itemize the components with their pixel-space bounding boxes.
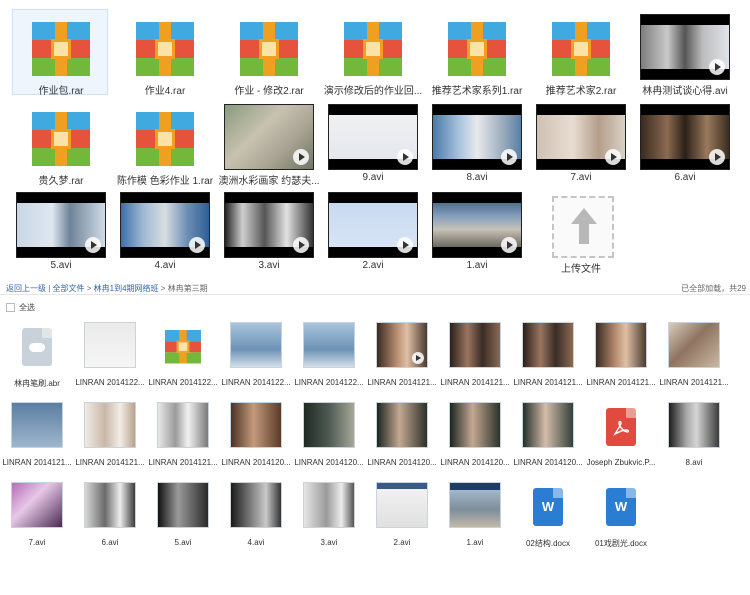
play-icon — [709, 149, 725, 165]
file-label: 作业包.rar — [38, 86, 84, 97]
play-icon — [397, 237, 413, 253]
video-thumbnail — [668, 402, 720, 448]
video-thumbnail — [157, 482, 209, 528]
video-thumbnail — [376, 322, 428, 368]
file-label: 01戏剧光.docx — [594, 539, 648, 548]
archive-icon — [344, 22, 402, 76]
file-label: 4.avi — [154, 260, 176, 271]
archive-icon — [32, 112, 90, 166]
file-label: 林冉测试谈心得.avi — [642, 86, 728, 97]
load-status: 已全部加载，共29 — [681, 284, 746, 293]
video-thumbnail — [432, 192, 522, 258]
file-label: 2.avi — [362, 260, 384, 271]
file-label: 陈作模 色彩作业 1.rar — [116, 176, 214, 187]
file-label: 贵久梦.rar — [38, 176, 84, 187]
separator: > — [84, 284, 94, 293]
file-label: 演示修改后的作业回... — [323, 86, 423, 97]
video-thumbnail — [449, 482, 501, 528]
video-thumbnail — [522, 402, 574, 448]
video-thumbnail — [328, 192, 418, 258]
file-label: 澳洲水彩画家 约瑟夫... — [218, 176, 320, 187]
archive-icon — [448, 22, 506, 76]
video-thumbnail — [157, 402, 209, 448]
file-label: LINRAN 2014121... — [659, 378, 729, 387]
back-link[interactable]: 返回上一级 — [6, 284, 46, 293]
archive-icon — [240, 22, 298, 76]
select-all[interactable]: 全选 — [6, 302, 35, 313]
video-thumbnail — [449, 322, 501, 368]
play-icon — [85, 237, 101, 253]
video-thumbnail — [595, 322, 647, 368]
play-icon — [397, 149, 413, 165]
video-thumbnail — [11, 402, 63, 448]
video-thumbnail — [230, 402, 282, 448]
archive-icon — [136, 22, 194, 76]
file-label: 作业 - 修改2.rar — [234, 86, 304, 97]
file-label: 8.avi — [466, 172, 488, 183]
play-icon — [412, 352, 424, 364]
file-label: 8.avi — [685, 458, 703, 467]
separator: > — [158, 284, 168, 293]
file-label: 推荐艺术家2.rar — [545, 86, 617, 97]
video-thumbnail — [432, 104, 522, 170]
breadcrumb-all-files[interactable]: 全部文件 — [53, 284, 85, 293]
breadcrumb-folder-1[interactable]: 林冉1到4期网络班 — [94, 284, 159, 293]
file-label: 9.avi — [362, 172, 384, 183]
upload-label: 上传文件 — [561, 264, 601, 275]
video-thumbnail — [84, 402, 136, 448]
word-doc-icon: W — [533, 488, 563, 526]
video-thumbnail — [303, 482, 355, 528]
video-thumbnail — [640, 104, 730, 170]
breadcrumb-current: 林冉第三期 — [167, 284, 208, 293]
play-icon — [293, 149, 309, 165]
play-icon — [605, 149, 621, 165]
video-thumbnail — [376, 402, 428, 448]
file-label: 作业4.rar — [144, 86, 186, 97]
file-label: 1.avi — [466, 260, 488, 271]
video-thumbnail — [536, 104, 626, 170]
word-doc-icon: W — [606, 488, 636, 526]
archive-icon — [32, 22, 90, 76]
archive-icon — [136, 112, 194, 166]
video-thumbnail — [640, 14, 730, 80]
play-icon — [501, 237, 517, 253]
play-icon — [189, 237, 205, 253]
file-label: 6.avi — [674, 172, 696, 183]
pdf-icon — [606, 408, 636, 446]
video-thumbnail — [376, 482, 428, 528]
video-thumbnail — [224, 104, 314, 170]
video-thumbnail — [328, 104, 418, 170]
file-label: 3.avi — [258, 260, 280, 271]
file-label: 推荐艺术家系列1.rar — [431, 86, 523, 97]
video-thumbnail — [84, 482, 136, 528]
file-label: 5.avi — [50, 260, 72, 271]
select-all-checkbox[interactable] — [6, 303, 15, 313]
archive-icon — [552, 22, 610, 76]
select-all-label: 全选 — [19, 303, 35, 312]
video-thumbnail — [449, 402, 501, 448]
play-icon — [501, 149, 517, 165]
cloud-file-icon — [22, 328, 52, 366]
divider — [0, 294, 750, 295]
video-thumbnail — [224, 192, 314, 258]
archive-icon — [165, 330, 201, 364]
video-thumbnail — [120, 192, 210, 258]
video-thumbnail — [230, 322, 282, 368]
video-thumbnail — [668, 322, 720, 368]
video-thumbnail — [303, 402, 355, 448]
video-thumbnail — [522, 322, 574, 368]
play-icon — [293, 237, 309, 253]
file-label: 7.avi — [570, 172, 592, 183]
breadcrumb: 返回上一级 | 全部文件 > 林冉1到4期网络班 > 林冉第三期 — [6, 283, 208, 294]
video-thumbnail — [230, 482, 282, 528]
upload-arrow-icon — [552, 196, 614, 258]
video-thumbnail — [303, 322, 355, 368]
play-icon — [709, 59, 725, 75]
video-thumbnail — [16, 192, 106, 258]
video-thumbnail — [84, 322, 136, 368]
video-thumbnail — [11, 482, 63, 528]
